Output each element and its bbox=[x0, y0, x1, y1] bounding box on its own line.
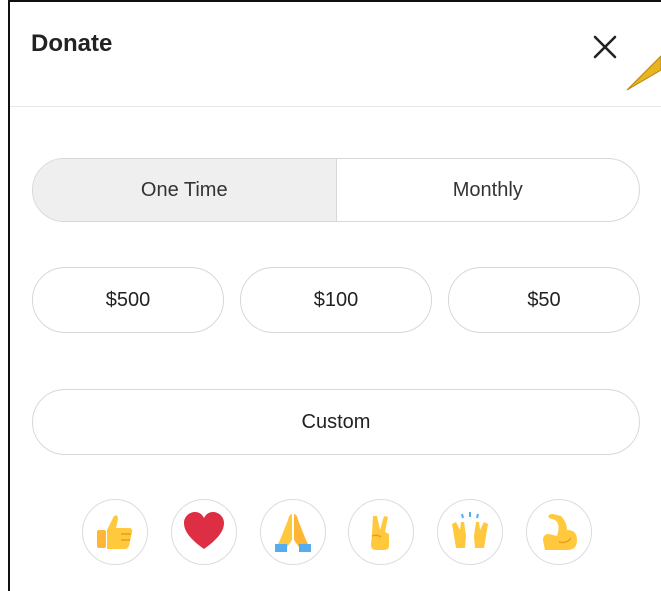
close-button[interactable] bbox=[591, 33, 619, 61]
tab-one-time[interactable]: One Time bbox=[33, 159, 337, 221]
custom-amount-button[interactable]: Custom bbox=[32, 389, 640, 455]
donate-dialog: Donate One Time Monthly $500 $100 $50 Cu… bbox=[8, 0, 661, 591]
thumbs-up-icon bbox=[97, 515, 133, 549]
praying-hands-icon bbox=[274, 514, 311, 552]
dialog-header: Donate bbox=[10, 2, 661, 107]
reaction-heart-button[interactable] bbox=[170, 499, 237, 565]
reaction-victory-hand-button[interactable] bbox=[348, 499, 415, 565]
amount-50-button[interactable]: $50 bbox=[448, 267, 640, 333]
tab-monthly[interactable]: Monthly bbox=[337, 159, 640, 221]
dialog-title: Donate bbox=[31, 30, 113, 57]
raising-hands-icon bbox=[452, 512, 489, 548]
frequency-toggle: One Time Monthly bbox=[32, 158, 640, 222]
amount-500-button[interactable]: $500 bbox=[32, 267, 224, 333]
reaction-raising-hands-button[interactable] bbox=[437, 499, 504, 565]
pointer-arrow-icon bbox=[626, 55, 661, 91]
reaction-flexed-biceps-button[interactable] bbox=[525, 499, 592, 565]
victory-hand-icon bbox=[371, 516, 390, 550]
heart-icon bbox=[183, 512, 224, 549]
amount-100-button[interactable]: $100 bbox=[240, 267, 432, 333]
reaction-thumbs-up-button[interactable] bbox=[82, 499, 148, 565]
amount-options: $500 $100 $50 bbox=[32, 267, 640, 333]
close-icon bbox=[593, 35, 617, 59]
reaction-praying-hands-button[interactable] bbox=[259, 499, 326, 565]
flexed-biceps-icon bbox=[542, 514, 577, 550]
reaction-bar bbox=[82, 499, 592, 565]
